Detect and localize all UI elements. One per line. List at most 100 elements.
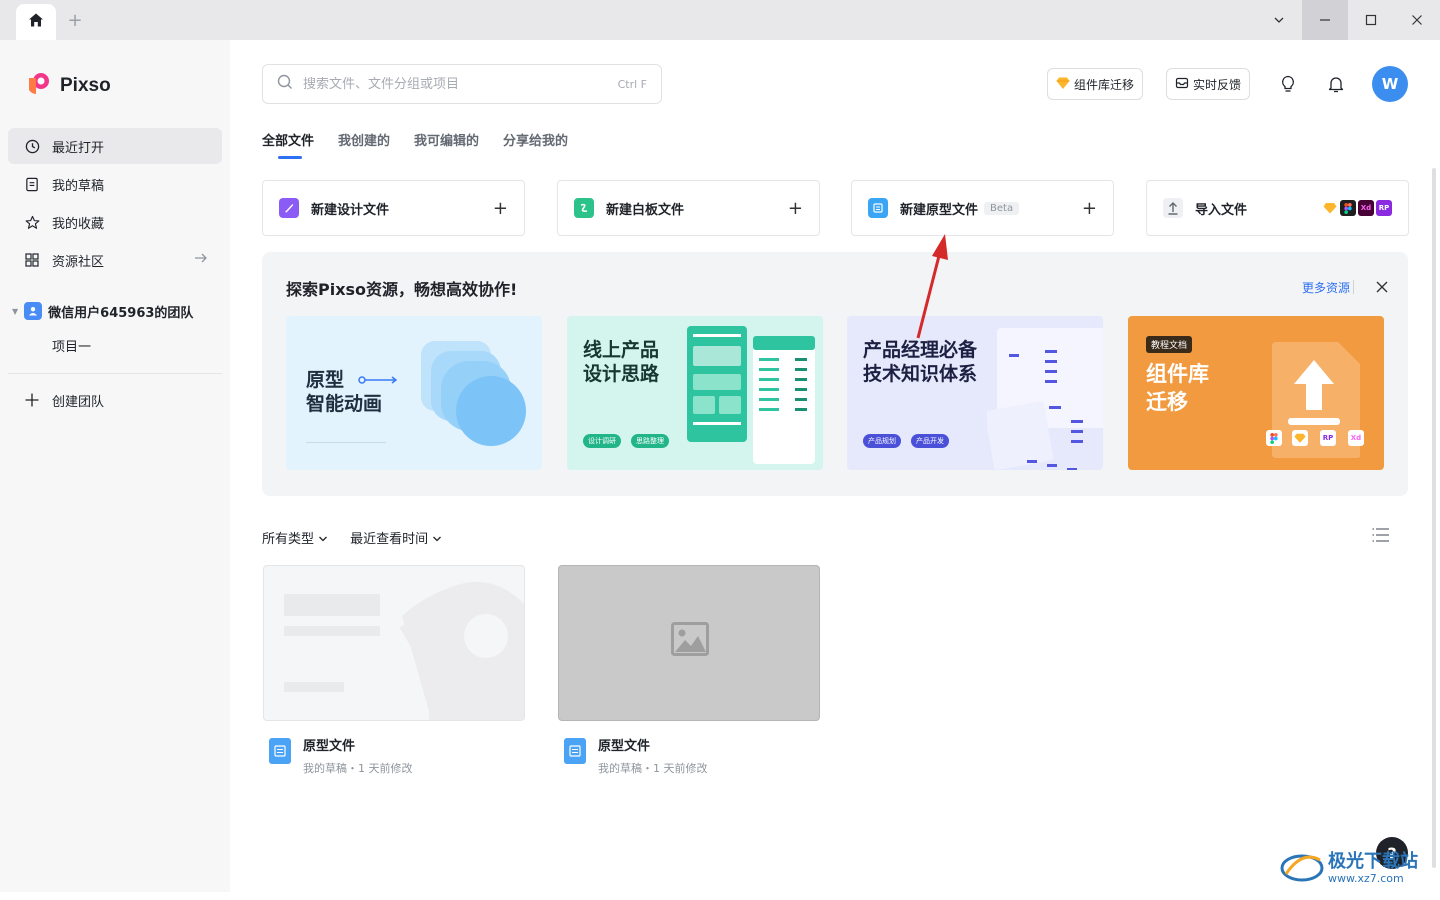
plus-icon bbox=[24, 392, 40, 408]
team-header[interactable]: ▼ 微信用户645963的团队 bbox=[8, 296, 222, 326]
chevron-down-icon[interactable] bbox=[1256, 0, 1302, 40]
maximize-button[interactable] bbox=[1348, 0, 1394, 40]
file-tabs: 全部文件 我创建的 我可编辑的 分享给我的 bbox=[262, 130, 568, 159]
create-team-button[interactable]: 创建团队 bbox=[8, 382, 222, 418]
search-input[interactable] bbox=[303, 76, 608, 92]
chevron-down-icon bbox=[319, 536, 328, 542]
design-file-icon bbox=[279, 198, 299, 218]
search-bar[interactable]: Ctrl F bbox=[262, 64, 662, 104]
component-migrate-label: 组件库迁移 bbox=[1074, 77, 1135, 92]
diamond-icon bbox=[1056, 76, 1070, 93]
main-content: Ctrl F 组件库迁移 实时反馈 W 全部文件 我创建的 我可编辑的 分享给我… bbox=[230, 40, 1440, 900]
user-avatar[interactable]: W bbox=[1372, 66, 1408, 102]
sidebar-item-label: 资源社区 bbox=[52, 254, 105, 270]
sidebar-item-community[interactable]: 资源社区 bbox=[8, 242, 222, 278]
new-tab-button[interactable]: + bbox=[64, 8, 86, 32]
arrow-right-icon bbox=[194, 252, 208, 268]
sort-filter-dropdown[interactable]: 最近查看时间 bbox=[350, 528, 442, 547]
banner-chip: 产品开发 bbox=[911, 434, 949, 448]
banner-chip: 产品规划 bbox=[863, 434, 901, 448]
file-thumbnail bbox=[558, 565, 820, 721]
sidebar-item-recent[interactable]: 最近打开 bbox=[8, 128, 222, 164]
file-card[interactable]: 原型文件 我的草稿・1 天前修改 bbox=[558, 565, 820, 790]
prototype-file-icon bbox=[868, 198, 888, 218]
resource-banner-component-migration[interactable]: 教程文档 组件库 迁移 RP Xd bbox=[1128, 316, 1384, 470]
grid-icon bbox=[24, 252, 40, 268]
app-logo[interactable]: Pixso bbox=[24, 70, 111, 102]
arrow-right-icon bbox=[358, 374, 398, 389]
inbox-icon bbox=[1175, 76, 1189, 93]
resource-banner-pm-knowledge[interactable]: 产品经理必备 技术知识体系 产品规划 产品开发 bbox=[847, 316, 1103, 470]
type-filter-dropdown[interactable]: 所有类型 bbox=[262, 528, 328, 547]
caret-down-icon[interactable]: ▼ bbox=[12, 307, 18, 316]
file-card[interactable]: 原型文件 我的草稿・1 天前修改 bbox=[263, 565, 525, 790]
component-migrate-button[interactable]: 组件库迁移 bbox=[1047, 68, 1144, 100]
tab-all-files[interactable]: 全部文件 bbox=[262, 130, 314, 159]
banner-caption-line bbox=[306, 442, 386, 443]
image-placeholder-icon bbox=[671, 622, 709, 660]
pixso-logo-icon bbox=[24, 70, 52, 102]
list-view-icon[interactable] bbox=[1372, 527, 1390, 547]
sidebar: Pixso 最近打开 我的草稿 我的收藏 资源社区 ▼ 微信用户645963的团… bbox=[0, 40, 230, 892]
file-filters: 所有类型 最近查看时间 bbox=[262, 528, 442, 547]
sidebar-item-drafts[interactable]: 我的草稿 bbox=[8, 166, 222, 202]
mindmap-illustration bbox=[984, 326, 1103, 470]
divider bbox=[1353, 280, 1354, 294]
plus-icon: + bbox=[787, 197, 803, 219]
new-prototype-file-card[interactable]: 新建原型文件 Beta + bbox=[851, 180, 1114, 236]
scrollbar[interactable] bbox=[1432, 168, 1436, 868]
new-prototype-file-label: 新建原型文件 bbox=[900, 202, 979, 218]
file-info: 原型文件 我的草稿・1 天前修改 bbox=[558, 721, 820, 790]
bell-icon[interactable] bbox=[1324, 72, 1348, 96]
more-resources-link[interactable]: 更多资源 bbox=[1302, 279, 1350, 296]
file-thumbnail bbox=[263, 565, 525, 721]
file-meta: 我的草稿・1 天前修改 bbox=[598, 762, 708, 775]
new-whiteboard-file-card[interactable]: 新建白板文件 + bbox=[557, 180, 820, 236]
resources-title: 探索Pixso资源，畅想高效协作! bbox=[286, 280, 518, 299]
title-bar: + bbox=[0, 0, 1440, 40]
xd-badge: Xd bbox=[1358, 200, 1374, 216]
figma-icon bbox=[1266, 430, 1282, 446]
banner-title: 组件库 迁移 bbox=[1146, 362, 1209, 414]
file-name: 原型文件 bbox=[598, 739, 651, 754]
tab-shared-with-me[interactable]: 分享给我的 bbox=[503, 130, 568, 159]
file-info: 原型文件 我的草稿・1 天前修改 bbox=[263, 721, 525, 790]
resources-panel: 探索Pixso资源，畅想高效协作! 更多资源 原型 智能动画 线上产品 设计思路… bbox=[262, 252, 1408, 496]
xd-badge: Xd bbox=[1348, 430, 1364, 446]
new-design-file-label: 新建设计文件 bbox=[311, 202, 390, 218]
banner-title: 线上产品 设计思路 bbox=[583, 339, 660, 385]
banner-title: 产品经理必备 技术知识体系 bbox=[863, 339, 978, 385]
team-icon bbox=[24, 302, 43, 320]
create-team-label: 创建团队 bbox=[52, 394, 105, 410]
sketch-icon bbox=[1292, 430, 1308, 446]
tab-created-by-me[interactable]: 我创建的 bbox=[338, 130, 390, 159]
search-shortcut: Ctrl F bbox=[617, 77, 647, 91]
home-tab[interactable] bbox=[16, 4, 56, 40]
prototype-file-icon bbox=[269, 738, 291, 764]
prototype-file-icon bbox=[564, 738, 586, 764]
resource-banner-prototype-animation[interactable]: 原型 智能动画 bbox=[286, 316, 542, 470]
rp-badge: RP bbox=[1320, 430, 1336, 446]
tab-editable[interactable]: 我可编辑的 bbox=[414, 130, 479, 159]
import-file-card[interactable]: 导入文件 Xd RP bbox=[1146, 180, 1409, 236]
rp-badge: RP bbox=[1376, 200, 1392, 216]
close-window-button[interactable] bbox=[1394, 0, 1440, 40]
figma-icon bbox=[1340, 200, 1356, 216]
new-design-file-card[interactable]: 新建设计文件 + bbox=[262, 180, 525, 236]
feedback-button[interactable]: 实时反馈 bbox=[1166, 68, 1251, 100]
close-icon[interactable] bbox=[1376, 278, 1388, 297]
import-file-label: 导入文件 bbox=[1195, 202, 1248, 218]
draft-icon bbox=[24, 176, 40, 192]
sidebar-item-label: 我的收藏 bbox=[52, 216, 105, 232]
team-name: 微信用户645963的团队 bbox=[48, 305, 194, 321]
minimize-button[interactable] bbox=[1302, 0, 1348, 40]
banner-chip: 思路整理 bbox=[631, 434, 669, 448]
sidebar-item-favorites[interactable]: 我的收藏 bbox=[8, 204, 222, 240]
resource-banner-product-design[interactable]: 线上产品 设计思路 设计调研 思路整理 bbox=[567, 316, 823, 470]
plus-icon: + bbox=[492, 197, 508, 219]
sidebar-item-label: 最近打开 bbox=[52, 140, 105, 156]
lightbulb-icon[interactable] bbox=[1276, 72, 1300, 96]
feedback-label: 实时反馈 bbox=[1193, 77, 1242, 92]
sidebar-item-project[interactable]: 项目一 bbox=[52, 336, 91, 355]
watermark: 极光下载站 www.xz7.com bbox=[1280, 846, 1418, 890]
